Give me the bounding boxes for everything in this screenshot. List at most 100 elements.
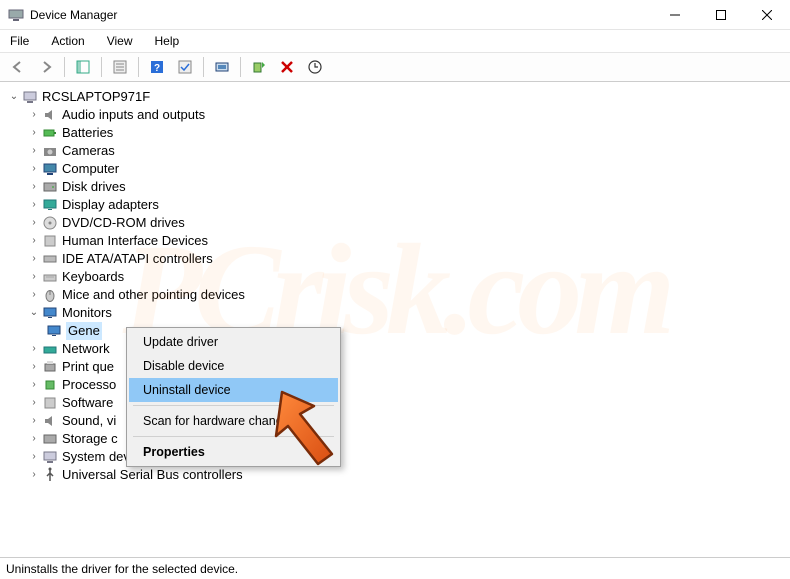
- status-text: Uninstalls the driver for the selected d…: [6, 562, 238, 576]
- tree-item[interactable]: ›Keyboards: [4, 268, 786, 286]
- expand-icon[interactable]: ›: [28, 433, 40, 445]
- expand-icon[interactable]: ›: [28, 469, 40, 481]
- menu-disable-device[interactable]: Disable device: [129, 354, 338, 378]
- item-label: Sound, vi: [62, 412, 116, 430]
- tree-item[interactable]: ›System devices: [4, 448, 786, 466]
- minimize-button[interactable]: [652, 0, 698, 30]
- item-label: Monitors: [62, 304, 112, 322]
- expand-icon[interactable]: ›: [28, 199, 40, 211]
- item-label: Gene: [66, 322, 102, 340]
- tree-item[interactable]: ›Cameras: [4, 142, 786, 160]
- toolbar-separator: [138, 57, 139, 77]
- maximize-button[interactable]: [698, 0, 744, 30]
- menu-uninstall-device[interactable]: Uninstall device: [129, 378, 338, 402]
- scan-button[interactable]: [210, 55, 234, 79]
- menu-bar: File Action View Help: [0, 30, 790, 52]
- expand-icon[interactable]: ›: [28, 109, 40, 121]
- ide-icon: [42, 251, 58, 267]
- tree-item[interactable]: › IDE ATA/ATAPI controllers: [4, 250, 786, 268]
- menu-file[interactable]: File: [6, 32, 33, 50]
- expand-icon[interactable]: ›: [28, 217, 40, 229]
- expand-icon[interactable]: ›: [28, 361, 40, 373]
- show-hide-tree-button[interactable]: [71, 55, 95, 79]
- item-label: Batteries: [62, 124, 113, 142]
- enable-button[interactable]: [247, 55, 271, 79]
- properties-button[interactable]: [108, 55, 132, 79]
- expand-icon[interactable]: ›: [28, 415, 40, 427]
- toolbar: ?: [0, 52, 790, 82]
- expand-icon[interactable]: ›: [28, 253, 40, 265]
- help-button[interactable]: ?: [145, 55, 169, 79]
- item-label: Human Interface Devices: [62, 232, 208, 250]
- processor-icon: [42, 377, 58, 393]
- expand-icon[interactable]: ›: [28, 271, 40, 283]
- toolbar-separator: [101, 57, 102, 77]
- toolbar-separator: [203, 57, 204, 77]
- update-button[interactable]: [303, 55, 327, 79]
- expand-icon[interactable]: ›: [28, 181, 40, 193]
- expand-icon[interactable]: ›: [28, 289, 40, 301]
- item-label: Universal Serial Bus controllers: [62, 466, 243, 484]
- expand-icon[interactable]: ›: [28, 397, 40, 409]
- back-button[interactable]: [6, 55, 30, 79]
- menu-properties[interactable]: Properties: [129, 440, 338, 464]
- status-bar: Uninstalls the driver for the selected d…: [0, 557, 790, 579]
- expand-icon[interactable]: ›: [28, 451, 40, 463]
- tree-item[interactable]: ›Computer: [4, 160, 786, 178]
- expand-icon[interactable]: ⌄: [8, 91, 20, 103]
- app-icon: [8, 7, 24, 23]
- dvd-icon: [42, 215, 58, 231]
- item-label: IDE ATA/ATAPI controllers: [62, 250, 213, 268]
- expand-icon[interactable]: ›: [28, 343, 40, 355]
- expand-icon[interactable]: ›: [28, 235, 40, 247]
- hid-icon: [42, 233, 58, 249]
- item-label: Mice and other pointing devices: [62, 286, 245, 304]
- tree-item[interactable]: ›Software: [4, 394, 786, 412]
- camera-icon: [42, 143, 58, 159]
- item-label: Network: [62, 340, 110, 358]
- device-tree: ⌄ RCSLAPTOP971F ›Audio inputs and output…: [0, 82, 790, 490]
- tree-item[interactable]: › Network: [4, 340, 786, 358]
- monitor-icon: [42, 305, 58, 321]
- tree-item[interactable]: › Universal Serial Bus controllers: [4, 466, 786, 484]
- tree-item[interactable]: › Human Interface Devices: [4, 232, 786, 250]
- collapse-icon[interactable]: ⌄: [28, 307, 40, 319]
- tree-item[interactable]: ›Storage c: [4, 430, 786, 448]
- menu-help[interactable]: Help: [151, 32, 184, 50]
- menu-scan-hardware[interactable]: Scan for hardware change: [129, 409, 338, 433]
- printer-icon: [42, 359, 58, 375]
- monitor-child[interactable]: Gene: [4, 322, 786, 340]
- context-menu: Update driver Disable device Uninstall d…: [126, 327, 341, 467]
- usb-icon: [42, 467, 58, 483]
- action-button[interactable]: [173, 55, 197, 79]
- display-icon: [42, 197, 58, 213]
- tree-item[interactable]: ›Disk drives: [4, 178, 786, 196]
- expand-icon[interactable]: ›: [28, 145, 40, 157]
- tree-item[interactable]: › Sound, vi: [4, 412, 786, 430]
- computer-icon: [42, 161, 58, 177]
- menu-update-driver[interactable]: Update driver: [129, 330, 338, 354]
- title-bar: Device Manager: [0, 0, 790, 30]
- tree-item[interactable]: › Processo: [4, 376, 786, 394]
- close-button[interactable]: [744, 0, 790, 30]
- tree-item[interactable]: › Batteries: [4, 124, 786, 142]
- uninstall-button[interactable]: [275, 55, 299, 79]
- menu-view[interactable]: View: [103, 32, 137, 50]
- menu-separator: [133, 436, 334, 437]
- forward-button[interactable]: [34, 55, 58, 79]
- root-node[interactable]: ⌄ RCSLAPTOP971F: [4, 88, 786, 106]
- tree-item[interactable]: ›Print que: [4, 358, 786, 376]
- tree-item[interactable]: ›Display adapters: [4, 196, 786, 214]
- toolbar-separator: [64, 57, 65, 77]
- item-label: Processo: [62, 376, 116, 394]
- tree-item-monitors[interactable]: ⌄ Monitors: [4, 304, 786, 322]
- window-controls: [652, 0, 790, 30]
- expand-icon[interactable]: ›: [28, 379, 40, 391]
- tree-item[interactable]: › Mice and other pointing devices: [4, 286, 786, 304]
- expand-icon[interactable]: ›: [28, 127, 40, 139]
- software-icon: [42, 395, 58, 411]
- expand-icon[interactable]: ›: [28, 163, 40, 175]
- tree-item[interactable]: ›Audio inputs and outputs: [4, 106, 786, 124]
- menu-action[interactable]: Action: [47, 32, 88, 50]
- tree-item[interactable]: ›DVD/CD-ROM drives: [4, 214, 786, 232]
